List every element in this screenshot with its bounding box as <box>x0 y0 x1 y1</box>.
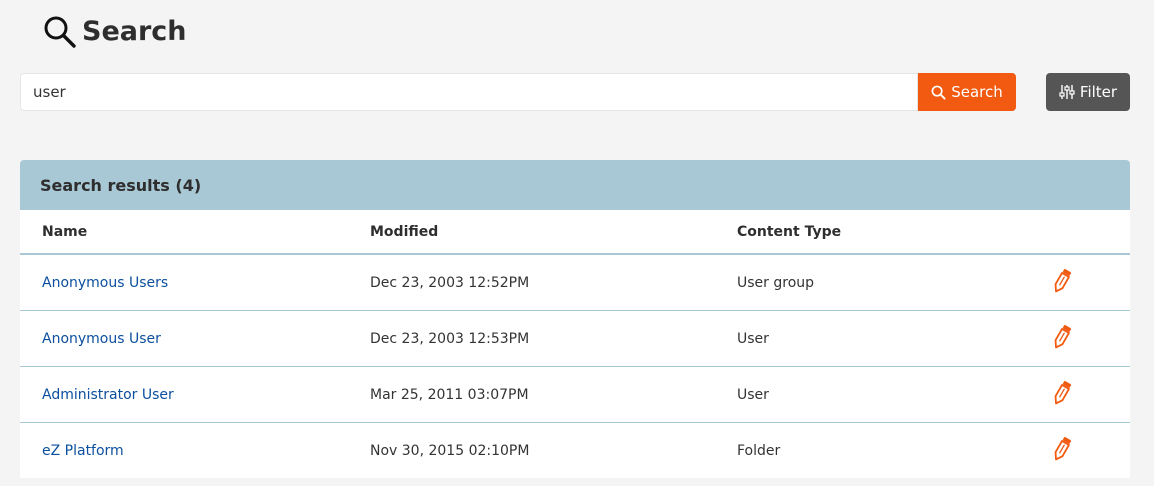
search-results-panel: Search results (4) Name Modified Content… <box>20 160 1130 478</box>
result-content-type: User <box>737 366 1051 423</box>
table-header-row: Name Modified Content Type <box>20 210 1130 255</box>
table-row: Anonymous User Dec 23, 2003 12:53PM User <box>20 310 1130 367</box>
result-modified: Nov 30, 2015 02:10PM <box>370 442 530 459</box>
search-icon <box>44 16 76 48</box>
results-table: Name Modified Content Type Anonymous Use… <box>20 210 1130 478</box>
edit-button[interactable] <box>1051 324 1073 354</box>
column-header-name: Name <box>20 210 370 255</box>
result-content-type: Folder <box>737 442 781 459</box>
sliders-icon <box>1059 85 1075 99</box>
column-header-actions <box>1051 210 1130 255</box>
filter-button[interactable]: Filter <box>1046 73 1130 111</box>
filter-button-label: Filter <box>1079 83 1118 101</box>
search-button-label: Search <box>951 83 1003 101</box>
result-modified: Mar 25, 2011 03:07PM <box>370 366 737 423</box>
result-name-link[interactable]: Anonymous User <box>42 331 161 347</box>
edit-button[interactable] <box>1051 268 1073 298</box>
pencil-icon <box>1054 380 1072 404</box>
result-modified: Dec 23, 2003 12:52PM <box>370 254 737 311</box>
result-modified: Dec 23, 2003 12:53PM <box>370 310 737 367</box>
search-icon <box>931 85 946 100</box>
edit-button[interactable] <box>1051 436 1073 466</box>
page-title: Search <box>82 16 187 47</box>
search-button[interactable]: Search <box>918 73 1016 111</box>
table-row: Administrator User Mar 25, 2011 03:07PM … <box>20 366 1130 423</box>
pencil-icon <box>1054 268 1072 292</box>
page-header: Search <box>42 10 187 54</box>
result-name-link[interactable]: Administrator User <box>42 387 174 403</box>
search-page: Search Search Filter Search results (4) <box>0 0 1154 486</box>
column-header-modified: Modified <box>370 210 737 255</box>
pencil-icon <box>1054 324 1072 348</box>
result-content-type: User <box>737 310 1051 367</box>
result-content-type: User group <box>737 254 1051 311</box>
column-header-content-type: Content Type <box>737 210 1051 255</box>
result-name-link[interactable]: eZ Platform <box>42 443 124 459</box>
search-input[interactable] <box>20 73 918 111</box>
pencil-icon <box>1054 436 1072 460</box>
result-name-link[interactable]: Anonymous Users <box>42 275 168 291</box>
table-row: eZ Platform Nov 30, 2015 02:10PM Folder <box>20 423 1130 479</box>
edit-button[interactable] <box>1051 380 1073 410</box>
results-heading: Search results (4) <box>20 160 1130 210</box>
search-bar: Search <box>20 73 1016 111</box>
table-row: Anonymous Users Dec 23, 2003 12:52PM Use… <box>20 254 1130 311</box>
